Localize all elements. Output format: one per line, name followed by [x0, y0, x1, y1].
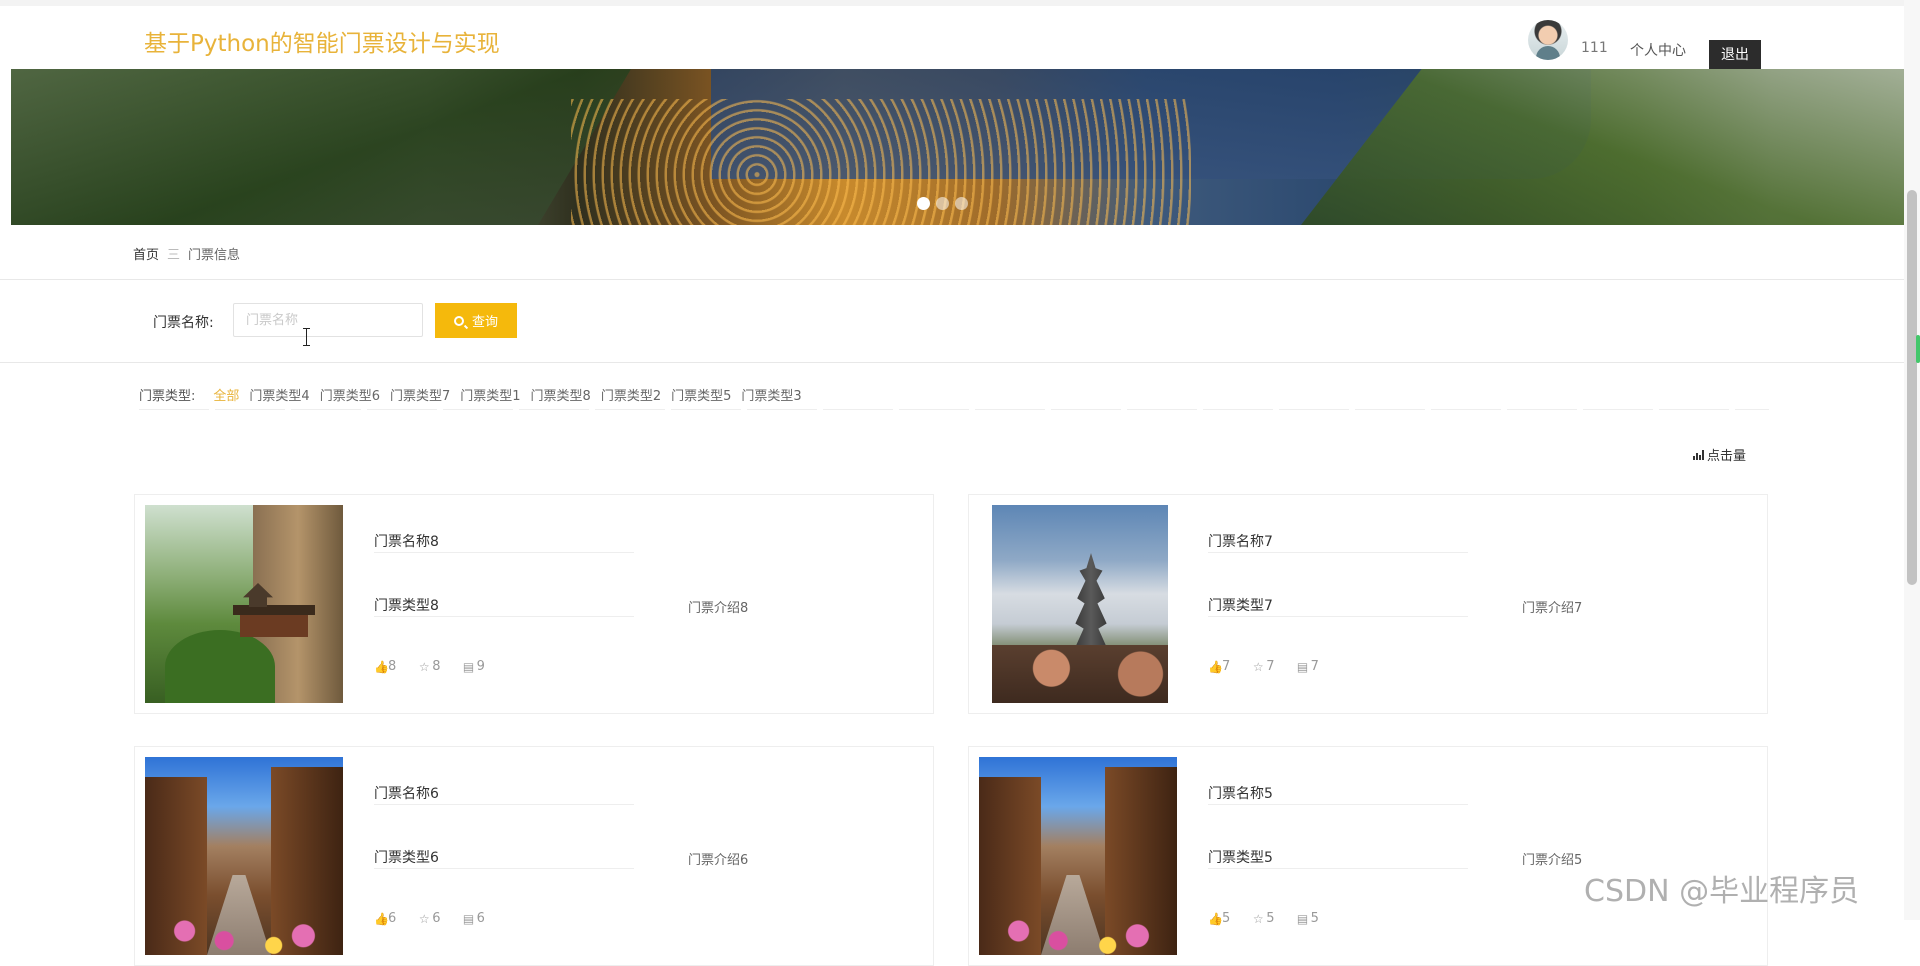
like-count: 6 — [388, 911, 397, 926]
ticket-intro: 门票介绍6 — [688, 853, 749, 868]
filter-type-4[interactable]: 门票类型4 — [249, 385, 309, 404]
carousel-dot-1[interactable] — [917, 197, 930, 210]
favorite-count: 8 — [432, 659, 441, 674]
filter-type-6[interactable]: 门票类型6 — [320, 385, 380, 404]
filter-type-3[interactable]: 门票类型3 — [741, 385, 801, 404]
filter-type-2[interactable]: 门票类型2 — [601, 385, 661, 404]
ticket-intro: 门票介绍7 — [1522, 601, 1583, 616]
ticket-type-filter: 门票类型: 全部 门票类型4 门票类型6 门票类型7 门票类型1 门票类型8 门… — [139, 385, 812, 404]
filter-type-5[interactable]: 门票类型5 — [671, 385, 731, 404]
favorite-count: 6 — [432, 911, 441, 926]
vertical-scrollbar[interactable] — [1904, 0, 1920, 920]
filter-type-1[interactable]: 门票类型1 — [460, 385, 520, 404]
filter-type-7[interactable]: 门票类型7 — [390, 385, 450, 404]
ticket-stats: 👍 8 ☆ 8 ▤ 9 — [374, 659, 485, 674]
ticket-name[interactable]: 门票名称5 — [1208, 783, 1273, 803]
thumbs-up-icon: 👍 — [374, 911, 389, 926]
star-icon: ☆ — [1252, 659, 1264, 674]
thumbs-up-icon: 👍 — [1208, 911, 1223, 926]
filter-type-all[interactable]: 全部 — [213, 385, 239, 404]
ticket-type: 门票类型7 — [1208, 598, 1273, 614]
logout-button[interactable]: 退出 — [1709, 40, 1761, 70]
username: 111 — [1581, 40, 1608, 56]
divider-top — [0, 279, 1904, 280]
ticket-name-search-input[interactable] — [233, 303, 423, 337]
bar-chart-icon — [1693, 449, 1704, 460]
ticket-stats: 👍 5 ☆ 5 ▤ 5 — [1208, 911, 1319, 926]
like-count: 7 — [1222, 659, 1231, 674]
like-count: 5 — [1222, 911, 1231, 926]
divider-bottom — [0, 362, 1904, 363]
scroll-position-indicator — [1916, 335, 1920, 363]
scrollbar-thumb[interactable] — [1907, 190, 1917, 585]
ticket-type: 门票类型5 — [1208, 850, 1273, 866]
thumbs-up-icon: 👍 — [1208, 659, 1223, 674]
view-count: 9 — [476, 659, 485, 674]
ticket-stats: 👍 6 ☆ 6 ▤ 6 — [374, 911, 485, 926]
search-button[interactable]: 查询 — [435, 303, 517, 338]
search-label: 门票名称: — [153, 315, 214, 331]
search-button-label: 查询 — [471, 315, 498, 330]
breadcrumb-separator: 三 — [167, 248, 181, 263]
thumbs-up-icon: 👍 — [374, 659, 389, 674]
sort-by-clicks[interactable]: 点击量 — [1693, 445, 1746, 464]
views-icon: ▤ — [1296, 659, 1309, 674]
site-header: 基于Python的智能门票设计与实现 111 个人中心 退出 — [0, 6, 1904, 70]
csdn-watermark: CSDN @毕业程序员 — [1584, 874, 1860, 909]
ticket-name[interactable]: 门票名称8 — [374, 531, 439, 551]
breadcrumb: 首页三门票信息 — [133, 244, 240, 263]
user-avatar[interactable] — [1528, 20, 1568, 60]
site-title[interactable]: 基于Python的智能门票设计与实现 — [144, 24, 500, 58]
views-icon: ▤ — [1296, 911, 1309, 926]
view-count: 7 — [1310, 659, 1319, 674]
ticket-stats: 👍 7 ☆ 7 ▤ 7 — [1208, 659, 1319, 674]
views-icon: ▤ — [462, 911, 475, 926]
ticket-card[interactable]: 门票名称8 门票类型8 门票介绍8 👍 8 ☆ 8 ▤ 9 — [134, 494, 934, 714]
breadcrumb-home[interactable]: 首页 — [133, 248, 159, 263]
ticket-image[interactable] — [145, 757, 343, 955]
ticket-name[interactable]: 门票名称6 — [374, 783, 439, 803]
favorite-count: 7 — [1266, 659, 1275, 674]
carousel-dots — [917, 197, 968, 211]
view-count: 6 — [476, 911, 485, 926]
sort-label: 点击量 — [1707, 449, 1747, 464]
ticket-image[interactable] — [145, 505, 343, 703]
filter-type-8[interactable]: 门票类型8 — [531, 385, 591, 404]
ticket-intro: 门票介绍5 — [1522, 853, 1583, 868]
views-icon: ▤ — [462, 659, 475, 674]
ticket-intro: 门票介绍8 — [688, 601, 749, 616]
carousel-dot-3[interactable] — [955, 197, 968, 210]
ticket-type: 门票类型8 — [374, 598, 439, 614]
personal-center-link[interactable]: 个人中心 — [1630, 40, 1686, 60]
breadcrumb-current: 门票信息 — [188, 248, 241, 263]
star-icon: ☆ — [418, 911, 430, 926]
ticket-type: 门票类型6 — [374, 850, 439, 866]
text-cursor-icon — [303, 328, 311, 346]
filter-underline — [139, 409, 1769, 410]
carousel-dot-2[interactable] — [936, 197, 949, 210]
like-count: 8 — [388, 659, 397, 674]
favorite-count: 5 — [1266, 911, 1275, 926]
filter-label: 门票类型: — [139, 389, 196, 404]
ticket-image[interactable] — [992, 505, 1168, 703]
search-icon — [453, 315, 464, 326]
ticket-card[interactable]: 门票名称7 门票类型7 门票介绍7 👍 7 ☆ 7 ▤ 7 — [968, 494, 1768, 714]
ticket-card[interactable]: 门票名称6 门票类型6 门票介绍6 👍 6 ☆ 6 ▤ 6 — [134, 746, 934, 966]
banner-hill-left — [11, 69, 631, 225]
banner-city-lights — [571, 99, 1191, 225]
ticket-name[interactable]: 门票名称7 — [1208, 531, 1273, 551]
ticket-image[interactable] — [979, 757, 1177, 955]
star-icon: ☆ — [418, 659, 430, 674]
view-count: 5 — [1310, 911, 1319, 926]
ticket-card[interactable]: 门票名称5 门票类型5 门票介绍5 👍 5 ☆ 5 ▤ 5 — [968, 746, 1768, 966]
star-icon: ☆ — [1252, 911, 1264, 926]
